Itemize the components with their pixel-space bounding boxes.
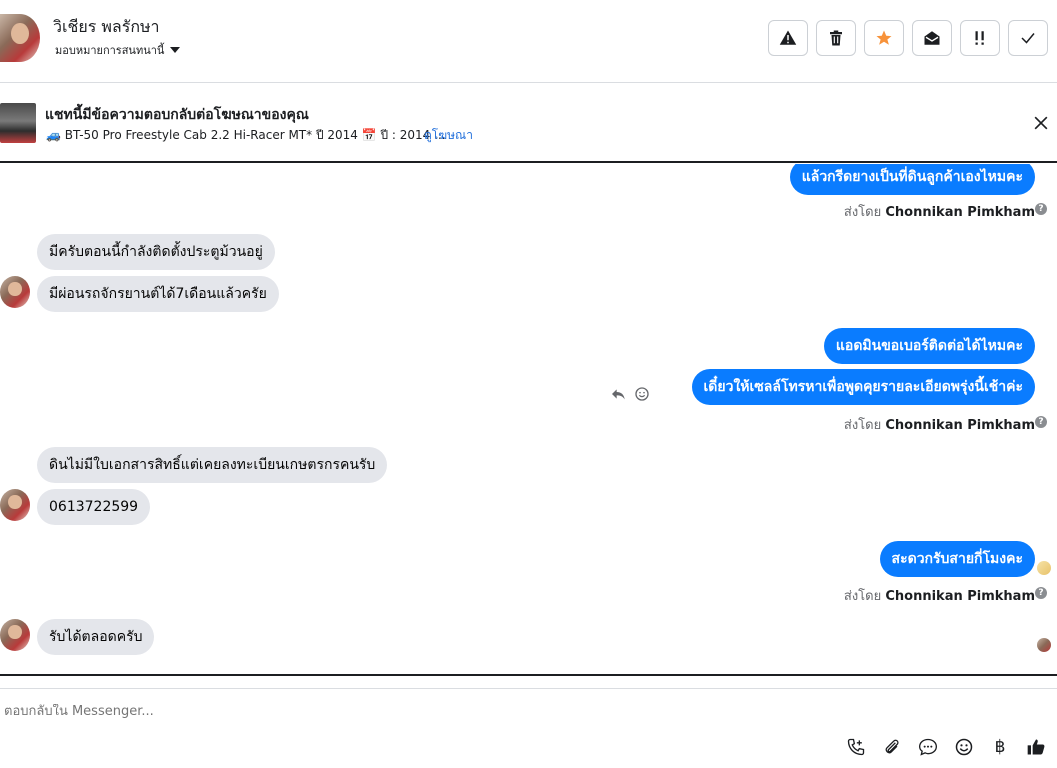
message-hover-actions — [610, 386, 650, 402]
trash-icon — [830, 30, 842, 46]
message-outgoing[interactable]: แล้วกรีดยางเป็นที่ดินลูกค้าเองไหมคะ — [789, 164, 1035, 195]
attachment-icon[interactable] — [881, 736, 903, 758]
message-outgoing[interactable]: เดี๋ยวให้เซลล์โทรหาเพื่อพูดคุยรายละเอียด… — [691, 369, 1035, 405]
message-incoming[interactable]: มีผ่อนรถจักรยานต์ได้7เดือนแล้วครัย — [37, 276, 279, 312]
delete-button[interactable] — [816, 20, 856, 56]
call-icon[interactable] — [845, 736, 867, 758]
message-incoming[interactable]: 0613722599 — [37, 489, 151, 525]
sender-avatar — [0, 489, 30, 521]
sender-avatar — [0, 276, 30, 308]
composer-tools: ฿ — [845, 736, 1047, 758]
chevron-down-icon — [170, 47, 181, 53]
info-icon[interactable]: ? — [1035, 587, 1047, 599]
header-actions — [768, 20, 1048, 56]
like-icon[interactable] — [1025, 736, 1047, 758]
message-incoming[interactable]: มีครับตอนนี้กำลังติดตั้งประตูม้วนอยู่ — [37, 234, 275, 270]
assign-label: มอบหมายการสนทนานี้ — [55, 44, 165, 57]
contact-name[interactable]: วิเชียร พลรักษา — [53, 15, 160, 40]
close-icon[interactable] — [1031, 113, 1051, 133]
star-icon — [876, 30, 892, 45]
sent-by-label: ส่งโดย Chonnikan Pimkham — [843, 589, 1035, 604]
info-icon[interactable]: ? — [1035, 203, 1047, 215]
reply-input[interactable] — [4, 704, 804, 719]
payment-icon[interactable]: ฿ — [989, 736, 1011, 758]
exclamation-icon — [975, 31, 984, 45]
ad-banner-title: แชทนี้มีข้อความตอบกลับต่อโฆษณาของคุณ — [45, 107, 309, 123]
message-outgoing[interactable]: สะดวกรับสายกี่โมงคะ — [879, 541, 1035, 577]
emoji-icon[interactable] — [953, 736, 975, 758]
reply-icon[interactable] — [610, 386, 626, 402]
seen-indicator — [1037, 561, 1051, 575]
emoji-react-icon[interactable] — [634, 386, 650, 402]
sent-by-label: ส่งโดย Chonnikan Pimkham — [843, 418, 1035, 433]
message-incoming[interactable]: รับได้ตลอดครับ — [37, 619, 155, 655]
contact-avatar[interactable] — [0, 14, 40, 62]
seen-avatar — [1037, 638, 1051, 652]
envelope-open-icon — [924, 31, 940, 45]
conversation-header: วิเชียร พลรักษา มอบหมายการสนทนานี้ — [0, 0, 1057, 83]
message-thread[interactable]: แล้วกรีดยางเป็นที่ดินลูกค้าเองไหมคะ ส่งโ… — [0, 164, 1057, 676]
ad-thumbnail[interactable] — [0, 103, 36, 143]
mark-follow-up-button[interactable] — [960, 20, 1000, 56]
check-icon — [1021, 33, 1035, 44]
ad-context-banner: แชทนี้มีข้อความตอบกลับต่อโฆษณาของคุณ 🚙 B… — [0, 84, 1057, 163]
sent-by-label: ส่งโดย Chonnikan Pimkham — [843, 205, 1035, 220]
sender-avatar — [0, 619, 30, 651]
mark-done-button[interactable] — [1008, 20, 1048, 56]
warning-icon — [779, 30, 797, 45]
view-ad-link[interactable]: ดูโฆษณา — [424, 126, 473, 145]
message-outgoing[interactable]: แอดมินขอเบอร์ติดต่อได้ไหมคะ — [823, 328, 1035, 364]
message-incoming[interactable]: ดินไม่มีใบเอกสารสิทธิ์แต่เคยลงทะเบียนเกษ… — [37, 447, 388, 483]
assign-conversation-dropdown[interactable]: มอบหมายการสนทนานี้ — [55, 41, 181, 59]
star-button[interactable] — [864, 20, 904, 56]
ad-banner-subtitle: 🚙 BT-50 Pro Freestyle Cab 2.2 Hi-Racer M… — [46, 128, 446, 142]
reply-composer: ฿ — [0, 688, 1057, 768]
report-spam-button[interactable] — [768, 20, 808, 56]
saved-reply-icon[interactable] — [917, 736, 939, 758]
info-icon[interactable]: ? — [1035, 416, 1047, 428]
mark-unread-button[interactable] — [912, 20, 952, 56]
